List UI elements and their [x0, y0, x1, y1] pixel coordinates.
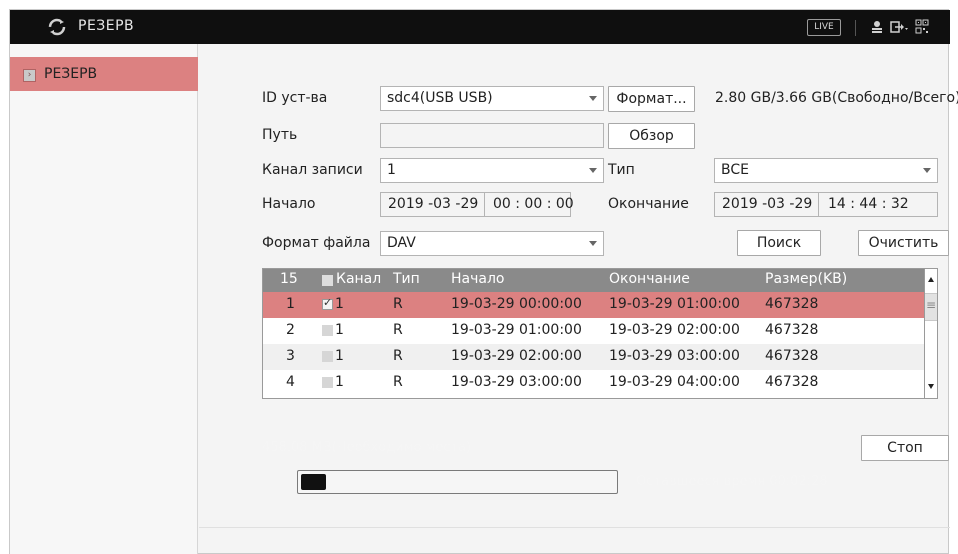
row-start: 19-03-29 00:00:00	[451, 296, 582, 312]
file-format-label: Формат файла	[262, 235, 371, 251]
window-title: РЕЗЕРВ	[78, 18, 135, 34]
table-row[interactable]: 3 1 R 19-03-29 02:00:00 19-03-29 03:00:0…	[263, 344, 924, 370]
column-header-start[interactable]: Начало	[451, 271, 504, 287]
device-label: ID уст-ва	[262, 90, 328, 106]
table-row[interactable]: 4 1 R 19-03-29 03:00:00 19-03-29 04:00:0…	[263, 370, 924, 396]
search-button[interactable]: Поиск	[737, 230, 821, 256]
row-channel: 1	[335, 322, 344, 338]
format-button[interactable]: Формат...	[608, 86, 695, 112]
sidebar: › РЕЗЕРВ	[10, 44, 198, 554]
channel-select[interactable]: 1	[380, 158, 604, 183]
live-button[interactable]: LIVE	[807, 19, 841, 36]
browse-button[interactable]: Обзор	[608, 123, 695, 149]
column-header-size[interactable]: Размер(KB)	[765, 271, 847, 287]
title-bar: РЕЗЕРВ LIVE	[10, 10, 950, 44]
end-date-field[interactable]: 2019 -03 -29	[722, 193, 812, 216]
footer-divider	[199, 527, 950, 528]
type-select[interactable]: BCE	[714, 158, 938, 183]
toolbar-divider	[855, 20, 856, 36]
row-size: 467328	[765, 374, 819, 390]
row-channel: 1	[335, 374, 344, 390]
chevron-down-icon	[589, 168, 597, 173]
row-end: 19-03-29 01:00:00	[609, 296, 740, 312]
remaining-time-text: Оставшееся время 00:02:28	[636, 474, 828, 489]
end-time-field[interactable]: 14 : 44 : 32	[828, 193, 909, 216]
row-end: 19-03-29 03:00:00	[609, 348, 740, 364]
table-row[interactable]: 1 1 R 19-03-29 00:00:00 19-03-29 01:00:0…	[263, 292, 924, 318]
backup-progress-bar	[297, 470, 618, 494]
table-row[interactable]: 2 1 R 19-03-29 01:00:00 19-03-29 02:00:0…	[263, 318, 924, 344]
logout-icon[interactable]	[889, 19, 909, 35]
row-checkbox[interactable]	[322, 377, 333, 388]
scroll-up-icon[interactable]	[925, 269, 937, 291]
sync-refresh-icon	[48, 18, 66, 36]
channel-select-value: 1	[387, 162, 396, 178]
select-all-checkbox[interactable]	[322, 275, 333, 286]
field-divider	[484, 193, 485, 216]
row-start: 19-03-29 03:00:00	[451, 374, 582, 390]
row-start: 19-03-29 02:00:00	[451, 348, 582, 364]
main-panel: ID уст-ва sdc4(USB USB) Формат... 2.80 G…	[199, 44, 958, 554]
row-start: 19-03-29 01:00:00	[451, 322, 582, 338]
column-header-channel[interactable]: Канал	[336, 271, 381, 287]
stop-button[interactable]: Стоп	[861, 435, 949, 461]
row-type: R	[393, 296, 403, 312]
row-number: 1	[286, 296, 295, 312]
file-table: 15 Канал Тип Начало Окончание Размер(KB)…	[262, 268, 938, 399]
chevron-down-icon	[589, 96, 597, 101]
sidebar-item-backup[interactable]: › РЕЗЕРВ	[10, 57, 198, 91]
user-icon[interactable]	[869, 19, 885, 35]
row-size: 467328	[765, 348, 819, 364]
backup-window: РЕЗЕРВ LIVE › РЕЗЕРВ ID уст-ва sdc4(USB …	[9, 9, 958, 554]
file-format-select[interactable]: DAV	[380, 231, 604, 256]
row-number: 2	[286, 322, 295, 338]
row-checkbox[interactable]	[322, 351, 333, 362]
device-select[interactable]: sdc4(USB USB)	[380, 86, 604, 111]
path-field[interactable]	[380, 123, 604, 148]
required-space-text: 458.08 MB(Необходимо места)	[262, 440, 472, 455]
start-datetime[interactable]: 2019 -03 -29 00 : 00 : 00	[380, 192, 574, 217]
chevron-down-icon	[589, 241, 597, 246]
start-time-field[interactable]: 00 : 00 : 00	[493, 193, 574, 216]
row-number: 3	[286, 348, 295, 364]
table-header: 15 Канал Тип Начало Окончание Размер(KB)	[263, 269, 924, 292]
end-label: Окончание	[608, 196, 689, 212]
path-label: Путь	[262, 127, 298, 143]
clear-button[interactable]: Очистить	[858, 230, 949, 256]
row-type: R	[393, 322, 403, 338]
row-type: R	[393, 348, 403, 364]
type-select-value: BCE	[721, 162, 749, 178]
row-channel: 1	[335, 296, 344, 312]
row-size: 467328	[765, 322, 819, 338]
sidebar-item-label: РЕЗЕРВ	[44, 66, 98, 82]
end-datetime[interactable]: 2019 -03 -29 14 : 44 : 32	[714, 192, 938, 217]
row-channel: 1	[335, 348, 344, 364]
column-header-type[interactable]: Тип	[393, 271, 420, 287]
row-checkbox[interactable]	[322, 325, 333, 336]
qr-code-icon[interactable]	[915, 19, 929, 35]
file-format-select-value: DAV	[387, 235, 416, 251]
row-size: 467328	[765, 296, 819, 312]
channel-label: Канал записи	[262, 162, 363, 178]
table-scrollbar[interactable]	[924, 269, 937, 398]
chevron-right-icon: ›	[23, 69, 36, 82]
start-date-field[interactable]: 2019 -03 -29	[388, 193, 478, 216]
row-type: R	[393, 374, 403, 390]
row-number: 4	[286, 374, 295, 390]
type-label: Тип	[608, 162, 635, 178]
chevron-down-icon	[923, 168, 931, 173]
row-end: 19-03-29 02:00:00	[609, 322, 740, 338]
progress-fill	[301, 474, 326, 490]
field-divider	[818, 193, 819, 216]
scroll-down-icon[interactable]	[925, 376, 937, 398]
table-count: 15	[280, 271, 298, 287]
device-select-value: sdc4(USB USB)	[387, 90, 493, 106]
scrollbar-thumb[interactable]	[925, 293, 937, 321]
capacity-text: 2.80 GB/3.66 GB(Свободно/Всего)	[715, 90, 958, 106]
start-label: Начало	[262, 196, 316, 212]
column-header-end[interactable]: Окончание	[609, 271, 690, 287]
row-checkbox[interactable]	[322, 296, 333, 310]
row-end: 19-03-29 04:00:00	[609, 374, 740, 390]
